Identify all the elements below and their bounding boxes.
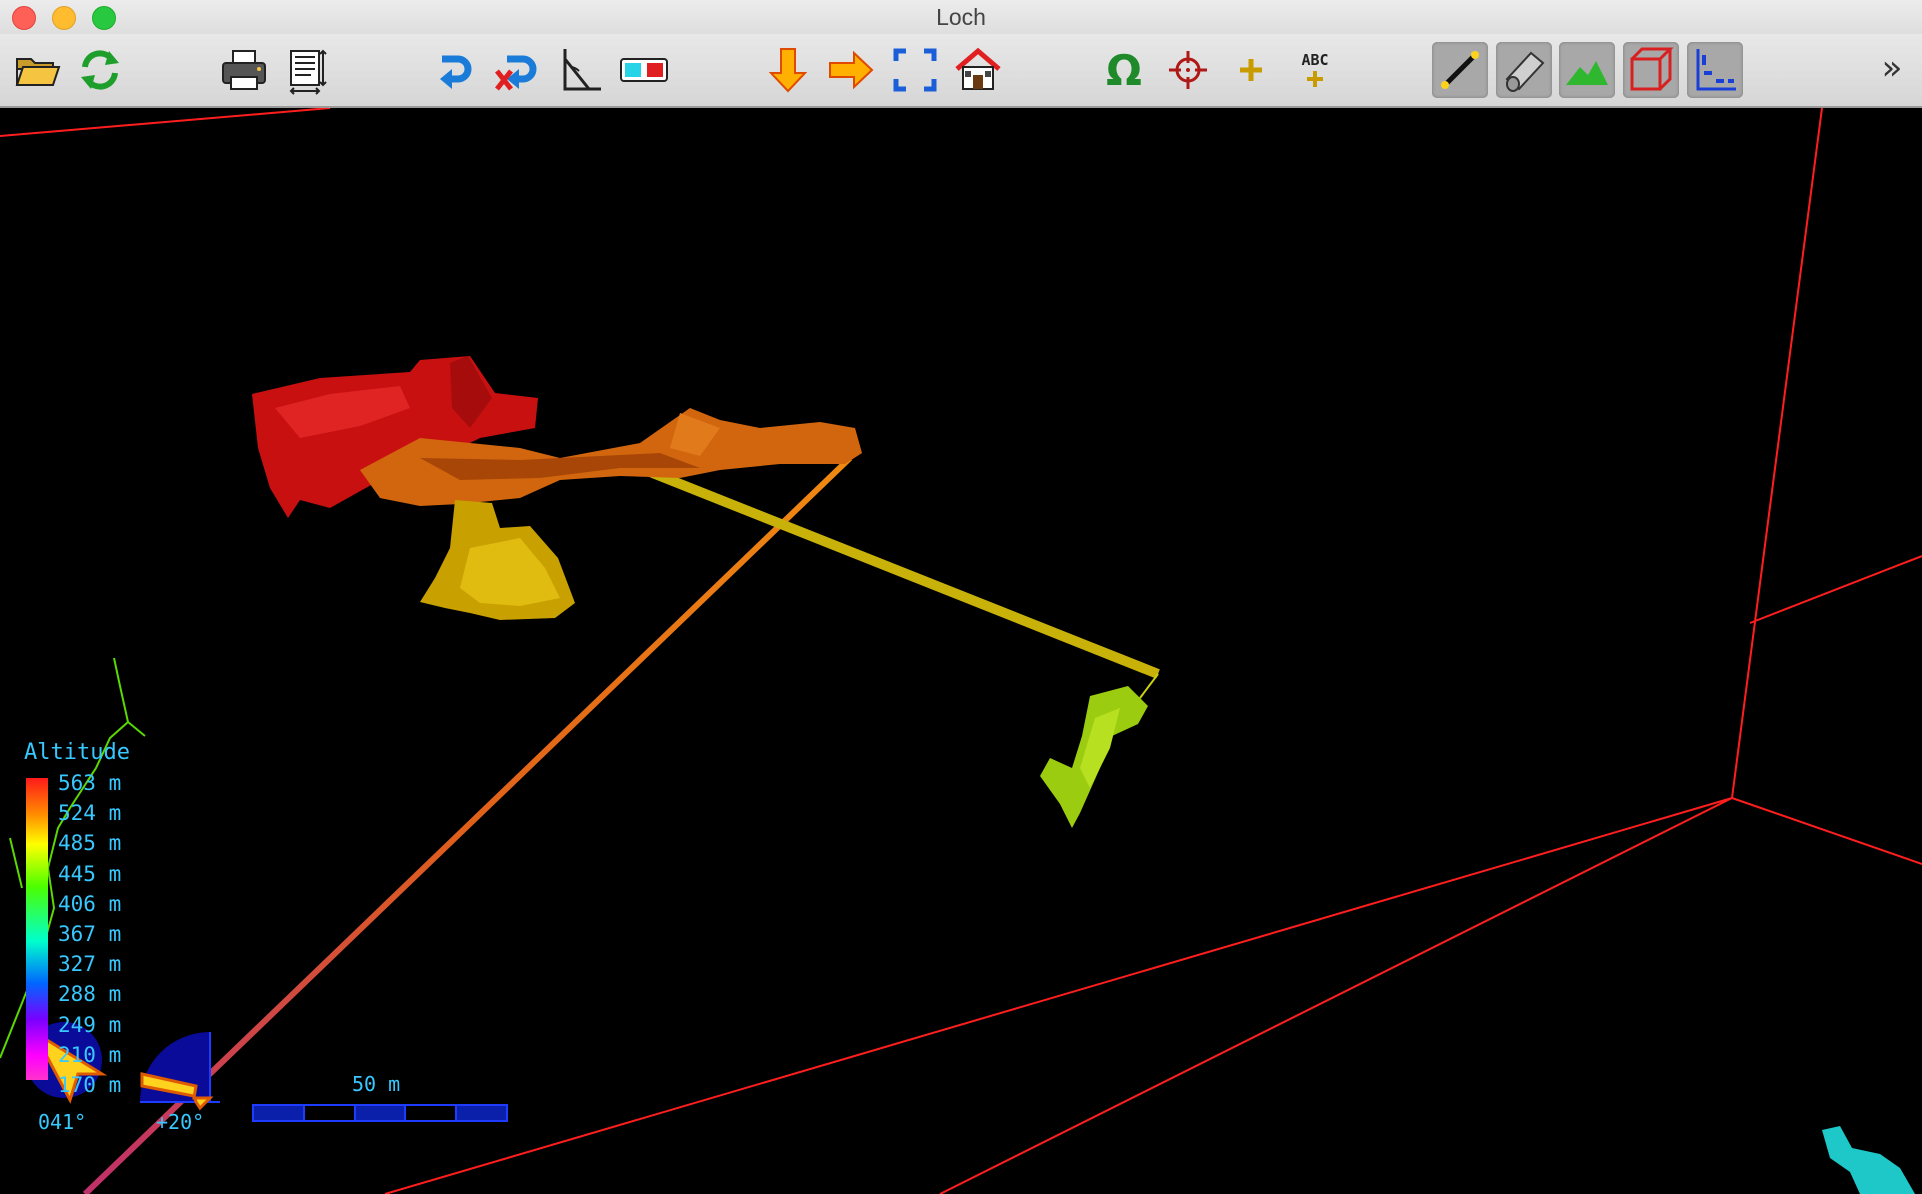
zoom-to-fit-button[interactable] [887, 42, 943, 98]
printer-icon [222, 50, 266, 90]
clinometer [140, 1032, 220, 1111]
legend-label: 327 m [58, 952, 122, 977]
show-indicators-button[interactable] [1687, 42, 1743, 98]
legend-label: 563 m [58, 771, 122, 795]
svg-text:Ω: Ω [1106, 46, 1142, 95]
window-title: Loch [936, 4, 986, 30]
passage-walls-low [420, 500, 575, 620]
legend-label: 288 m [58, 982, 122, 1007]
svg-text:ABC: ABC [1301, 51, 1328, 69]
arrow-right-icon [829, 50, 874, 90]
plus-icon [1240, 59, 1262, 81]
legend-label: 170 m [58, 1072, 122, 1097]
anaglyph-button[interactable] [616, 42, 672, 98]
print-button[interactable] [216, 42, 272, 98]
show-bounding-box-button[interactable] [1623, 42, 1679, 98]
omega-icon: Ω [1106, 46, 1142, 95]
show-surface-button[interactable] [1559, 42, 1615, 98]
legend-label: 367 m [58, 921, 122, 946]
arrow-down-icon [768, 48, 808, 93]
title-bar: Loch [0, 0, 1922, 34]
legend-labels: 563 m 524 m 485 m 445 m 406 m 367 m 327 … [58, 768, 121, 1100]
scale-bar [252, 1104, 508, 1122]
survey-legs [82, 455, 1160, 1194]
show-labels-button[interactable]: ABC [1287, 42, 1343, 98]
surface-icon [1566, 61, 1608, 85]
reload-icon [81, 50, 119, 90]
rotate-icon [440, 55, 472, 89]
toolbar: Ω ABC » [0, 34, 1922, 108]
abc-labels-icon: ABC [1301, 51, 1329, 87]
view-plan-button[interactable] [760, 42, 816, 98]
highlight-entrances-button[interactable]: Ω [1096, 42, 1152, 98]
scale-label: 50 m [352, 1072, 401, 1096]
legend-label: 249 m [58, 1012, 122, 1037]
bounding-box-icon [1630, 47, 1674, 91]
passage-walls-lower [1040, 686, 1148, 828]
bounding-box [0, 108, 1922, 1194]
home-button[interactable] [950, 42, 1006, 98]
passage-walls-deep [1822, 1126, 1915, 1194]
legend-label: 445 m [58, 861, 122, 886]
indicators-icon [1696, 49, 1736, 91]
fit-to-screen-icon [893, 48, 937, 92]
cancel-rotation-button[interactable] [488, 42, 544, 98]
legend-label: 406 m [58, 891, 122, 916]
rotate-button[interactable] [425, 42, 481, 98]
toolbar-overflow-button[interactable]: » [1872, 48, 1912, 88]
legend-label: 485 m [58, 831, 122, 856]
highlight-fixed-points-button[interactable] [1160, 42, 1216, 98]
centerline-icon [1441, 51, 1479, 89]
altitude-color-bar [26, 778, 48, 1080]
legend-label: 210 m [58, 1042, 122, 1067]
tube-walls-icon [1505, 51, 1545, 92]
cave-scene[interactable] [0, 108, 1922, 1194]
crosshair-icon [1169, 51, 1207, 89]
show-walls-button[interactable] [1496, 42, 1552, 98]
compass-bearing: 041° [38, 1110, 87, 1134]
perspective-icon [563, 49, 601, 91]
3d-viewport[interactable]: Altitude 563 m 524 m 485 m 445 m 406 m 3… [0, 108, 1922, 1194]
home-icon [955, 47, 1001, 90]
page-setup-icon [289, 49, 327, 95]
perspective-button[interactable] [552, 42, 608, 98]
legend-label: 524 m [58, 801, 122, 826]
3d-glasses-icon [620, 58, 668, 82]
legend-title: Altitude [24, 740, 130, 765]
show-centerline-button[interactable] [1432, 42, 1488, 98]
stop-rotate-icon [495, 55, 537, 91]
page-setup-button[interactable] [280, 42, 336, 98]
open-button[interactable] [10, 42, 66, 98]
reload-button[interactable] [72, 42, 128, 98]
folder-open-icon [15, 58, 61, 86]
highlight-stations-button[interactable] [1223, 42, 1279, 98]
view-elevation-button[interactable] [823, 42, 879, 98]
clino-tilt: +20° [156, 1110, 205, 1134]
